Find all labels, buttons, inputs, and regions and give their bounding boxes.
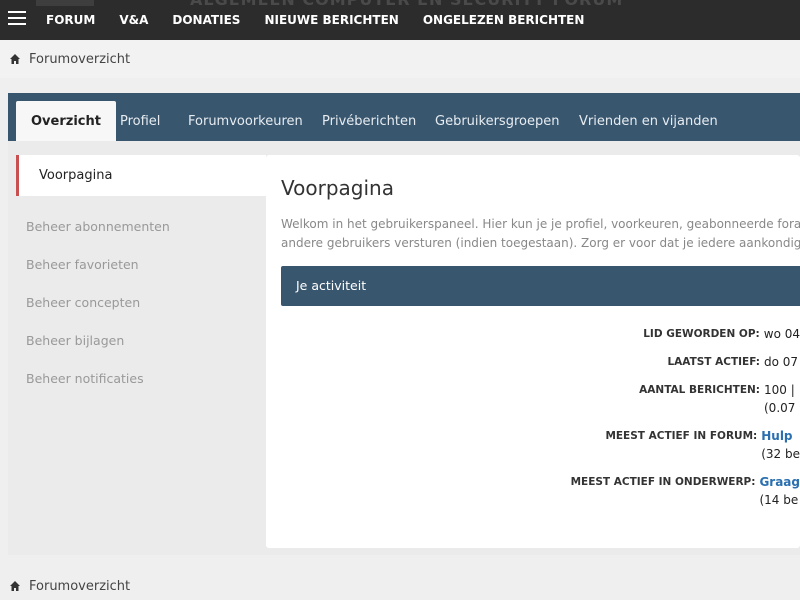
main-content: Voorpagina Welkom in het gebruikerspanee… <box>266 155 800 548</box>
sidebar-item-bijlagen[interactable]: Beheer bijlagen <box>16 322 266 360</box>
stat-most-active-forum: Meest actief in forum: Hulp (32 be <box>266 427 800 463</box>
intro-text: Welkom in het gebruikerspaneel. Hier kun… <box>281 215 800 253</box>
tab-profiel[interactable]: Profiel <box>105 101 175 141</box>
tab-priveberichten[interactable]: Privéberichten <box>307 101 431 141</box>
intro-line-1: Welkom in het gebruikerspaneel. Hier kun… <box>281 217 800 231</box>
nav-forum[interactable]: FORUM <box>46 13 95 27</box>
nav-nieuwe-berichten[interactable]: NIEUWE BERICHTEN <box>264 13 398 27</box>
nav-donaties[interactable]: DONATIES <box>172 13 240 27</box>
activity-header: Je activiteit <box>281 266 800 306</box>
stat-most-active-topic: Meest actief in onderwerp: Graag (14 be <box>266 473 800 509</box>
nav-ongelezen-berichten[interactable]: ONGELEZEN BERICHTEN <box>423 13 585 27</box>
most-active-forum-link[interactable]: Hulp <box>761 429 792 443</box>
sidebar-item-favorieten[interactable]: Beheer favorieten <box>16 246 266 284</box>
home-icon[interactable] <box>9 53 21 65</box>
breadcrumb: Forumoverzicht <box>0 40 800 78</box>
stat-joined: Lid geworden op: wo 04 <box>266 325 800 343</box>
sidebar-item-notificaties[interactable]: Beheer notificaties <box>16 360 266 398</box>
ucp-panel: Overzicht Profiel Forumvoorkeuren Privéb… <box>8 93 800 555</box>
stat-value: do 07 <box>764 355 799 369</box>
main-nav: FORUM V&A DONATIES NIEUWE BERICHTEN ONGE… <box>46 0 608 40</box>
sidebar-item-abonnementen[interactable]: Beheer abonnementen <box>16 208 266 246</box>
stat-value: Hulp (32 be <box>761 427 800 463</box>
ucp-sidebar: Voorpagina Beheer abonnementen Beheer fa… <box>16 155 266 398</box>
stat-label: Laatst actief: <box>667 356 760 368</box>
tab-gebruikersgroepen[interactable]: Gebruikersgroepen <box>420 101 574 141</box>
breadcrumb-forumoverzicht[interactable]: Forumoverzicht <box>29 52 130 67</box>
stat-value: 100 | (0.07 <box>764 381 795 417</box>
tab-overzicht[interactable]: Overzicht <box>16 101 116 141</box>
breadcrumb-footer: Forumoverzicht <box>0 572 800 600</box>
top-navbar: ALGEMEEN COMPUTER EN SECURITY FORUM FORU… <box>0 0 800 40</box>
intro-line-2: andere gebruikers versturen (indien toeg… <box>281 236 800 250</box>
posts-per-day: (0.07 <box>764 401 796 415</box>
stat-label: Aantal berichten: <box>639 384 760 396</box>
tab-bar: Overzicht Profiel Forumvoorkeuren Privéb… <box>8 93 800 141</box>
page-title: Voorpagina <box>281 176 394 200</box>
stat-posts: Aantal berichten: 100 | (0.07 <box>266 381 800 417</box>
stat-label: Lid geworden op: <box>643 328 760 340</box>
stat-value: Graag (14 be <box>759 473 800 509</box>
sidebar-item-voorpagina[interactable]: Voorpagina <box>16 155 266 196</box>
topic-post-count: (14 be <box>759 493 799 507</box>
activity-stats: Lid geworden op: wo 04 Laatst actief: do… <box>266 325 800 519</box>
tab-vrienden-en-vijanden[interactable]: Vrienden en vijanden <box>564 101 733 141</box>
hamburger-icon[interactable] <box>8 11 26 25</box>
stat-last-active: Laatst actief: do 07 <box>266 353 800 371</box>
home-icon[interactable] <box>9 580 21 592</box>
stat-label: Meest actief in forum: <box>605 430 758 442</box>
tab-forumvoorkeuren[interactable]: Forumvoorkeuren <box>173 101 318 141</box>
sidebar-item-concepten[interactable]: Beheer concepten <box>16 284 266 322</box>
forum-post-count: (32 be <box>761 447 800 461</box>
most-active-topic-link[interactable]: Graag <box>759 475 800 489</box>
stat-label: Meest actief in onderwerp: <box>570 476 756 488</box>
nav-va[interactable]: V&A <box>119 13 148 27</box>
posts-count: 100 | <box>764 383 795 397</box>
stat-value: wo 04 <box>763 327 800 341</box>
breadcrumb-forumoverzicht[interactable]: Forumoverzicht <box>29 579 130 594</box>
